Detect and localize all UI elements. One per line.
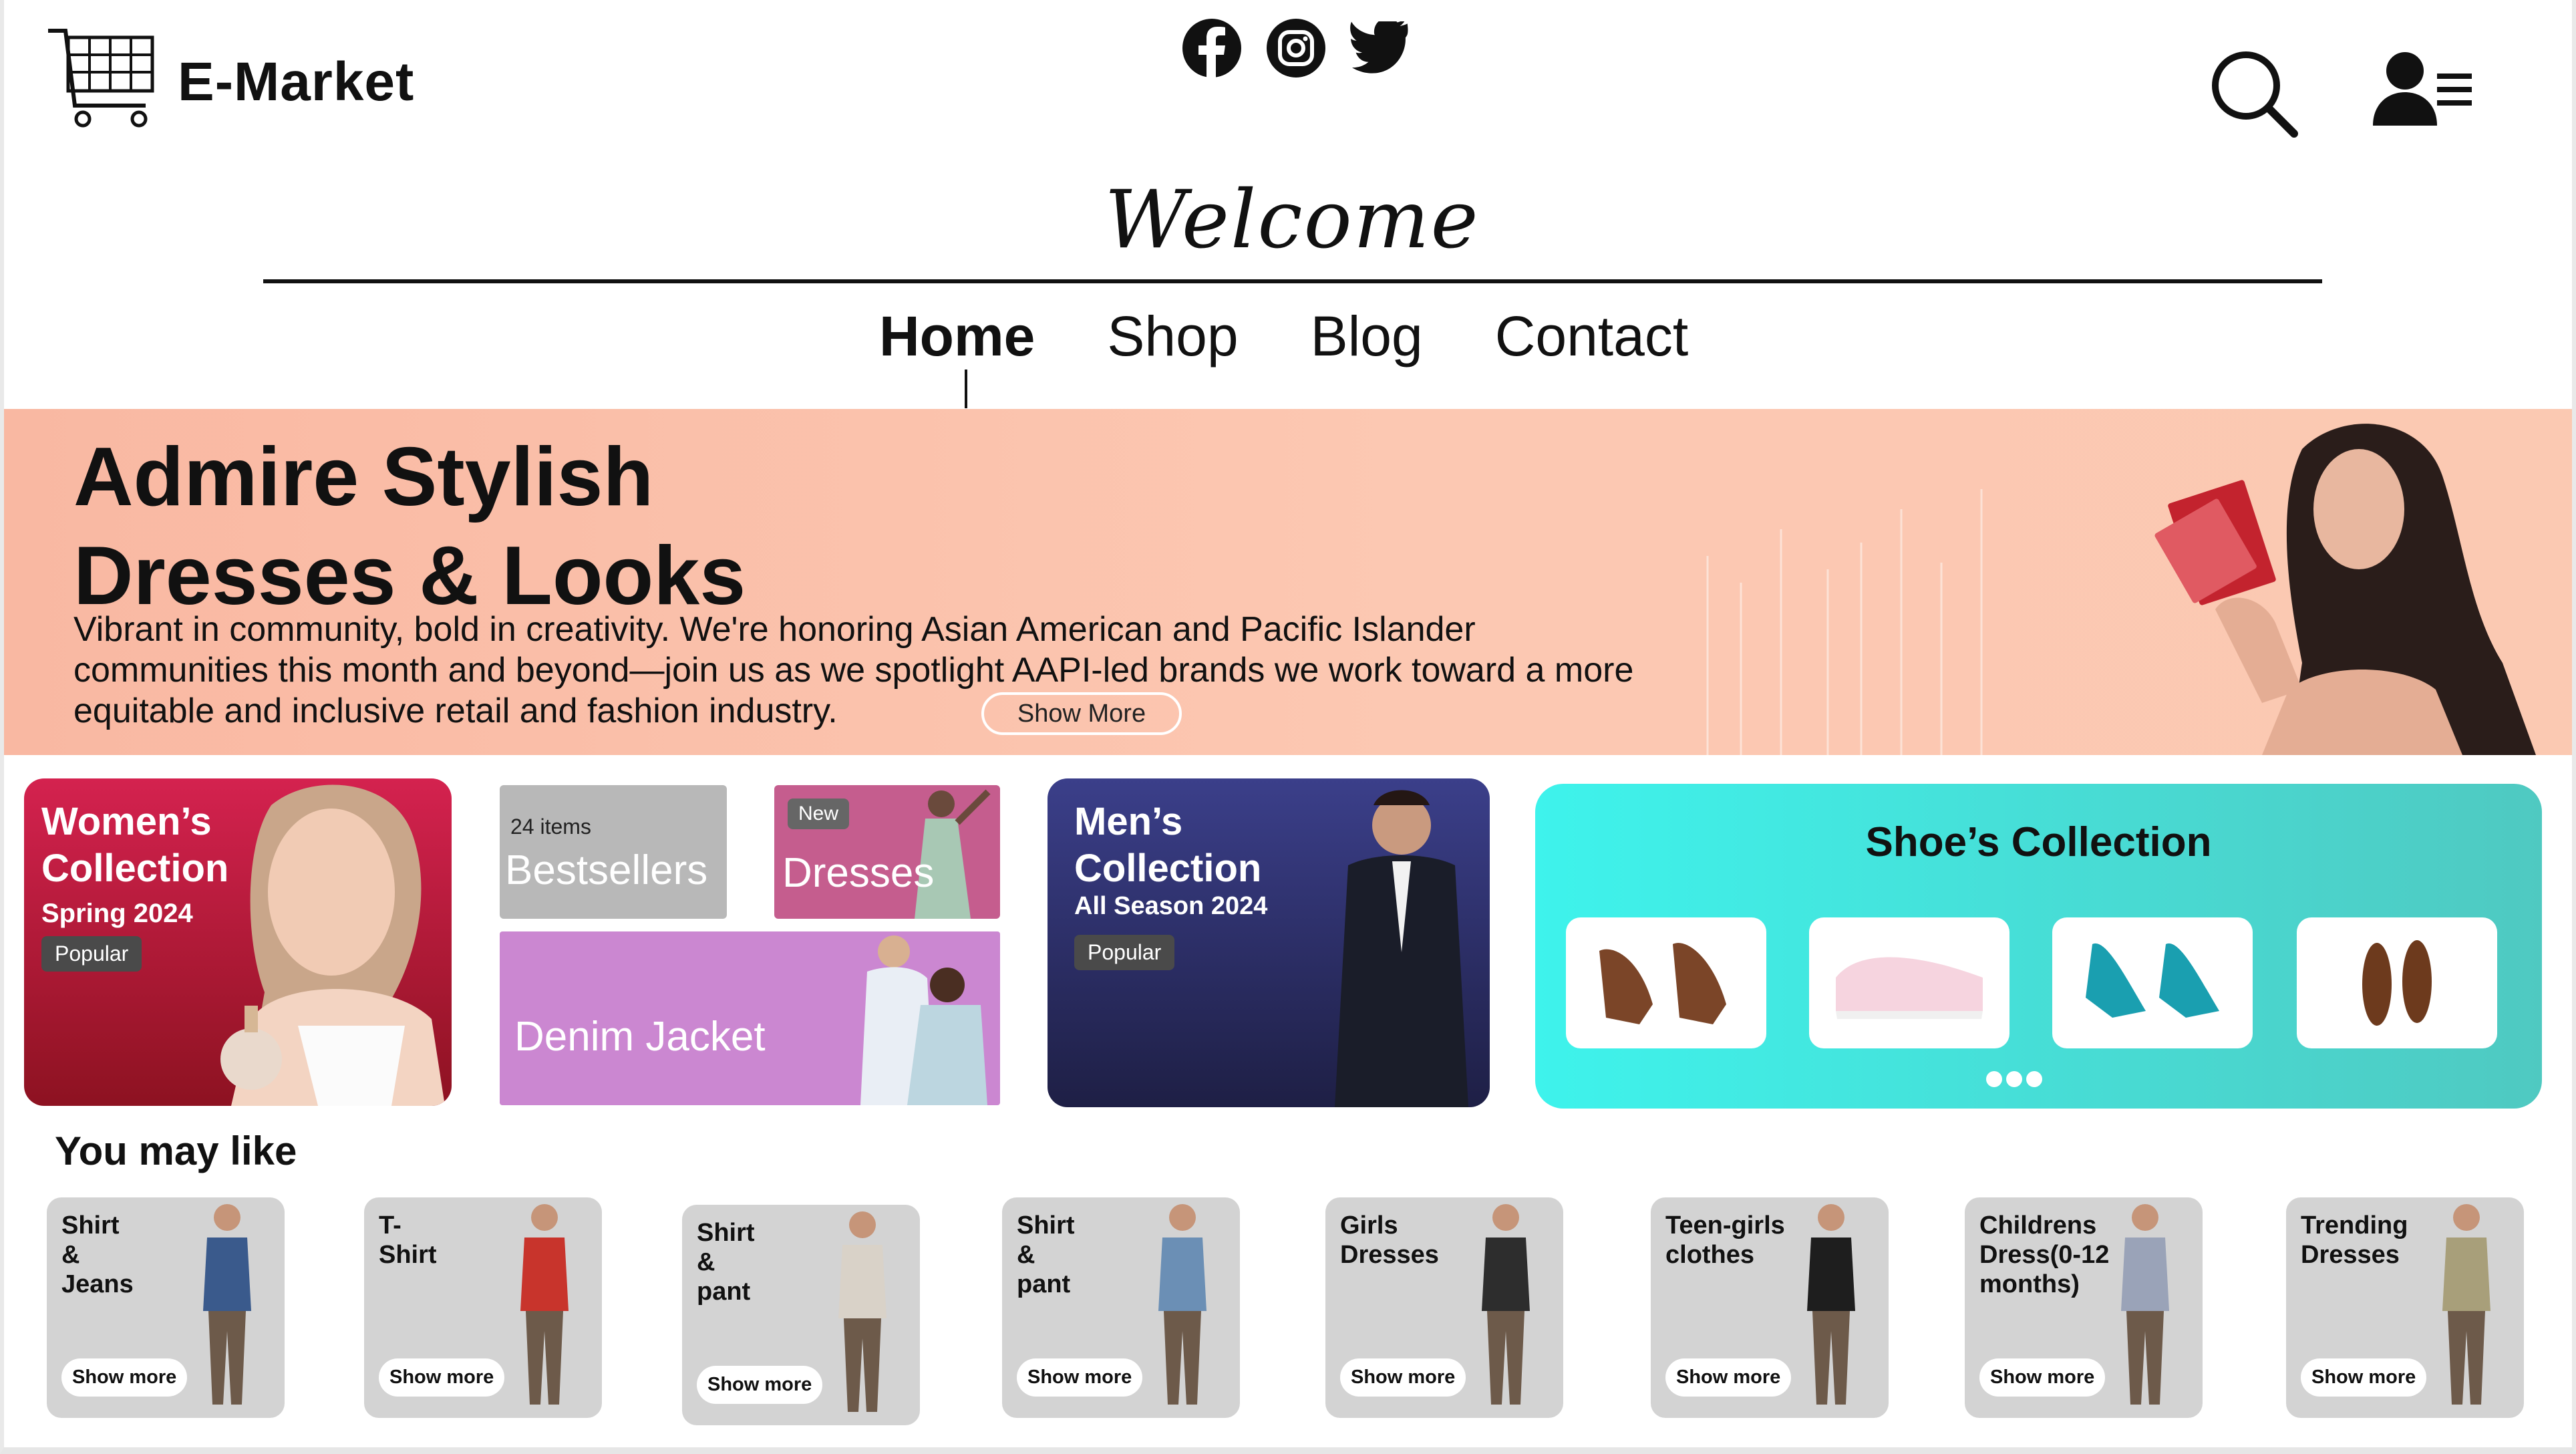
hero-banner: Admire Stylish Dresses & Looks Vibrant i… xyxy=(4,409,2572,755)
womens-title-2: Collection xyxy=(41,847,229,890)
hero-description: Vibrant in community, bold in creativity… xyxy=(73,610,1634,730)
show-more-button[interactable]: Show More xyxy=(981,692,1182,735)
instagram-icon[interactable] xyxy=(1264,16,1328,80)
facebook-icon[interactable] xyxy=(1180,16,1244,80)
you-may-like-item[interactable]: Girls Dresses Show more xyxy=(1325,1197,1563,1418)
mens-title-1: Men’s xyxy=(1074,800,1183,843)
denim-jacket-card[interactable]: Denim Jacket xyxy=(500,931,1000,1105)
you-may-like-label: Shirt & pant xyxy=(1017,1211,1075,1298)
you-may-like-item[interactable]: Shirt & pant Show more xyxy=(1002,1197,1240,1418)
you-may-like-label: Trending Dresses xyxy=(2301,1211,2408,1269)
hero-model-image xyxy=(1701,409,2569,755)
cart-icon xyxy=(45,27,159,137)
you-may-like-heading: You may like xyxy=(55,1129,297,1173)
denim-title: Denim Jacket xyxy=(514,1014,766,1060)
show-more-button[interactable]: Show more xyxy=(2301,1358,2427,1397)
account-menu-icon[interactable] xyxy=(2373,48,2473,132)
bestsellers-card[interactable]: 24 items Bestsellers xyxy=(500,785,727,919)
hero-title: Admire Stylish Dresses & Looks xyxy=(73,428,746,625)
you-may-like-item[interactable]: Shirt & Jeans Show more xyxy=(47,1197,285,1418)
show-more-button[interactable]: Show more xyxy=(1017,1358,1143,1397)
bestsellers-title: Bestsellers xyxy=(505,847,708,893)
nav-home[interactable]: Home xyxy=(879,304,1035,369)
carousel-dot[interactable] xyxy=(2026,1071,2042,1087)
popular-badge: Popular xyxy=(41,936,142,972)
mens-model-image xyxy=(1335,790,1468,1107)
carousel-dot[interactable] xyxy=(1986,1071,2002,1087)
you-may-like-item[interactable]: Teen-girls clothes Show more xyxy=(1651,1197,1889,1418)
you-may-like-label: Shirt & pant xyxy=(697,1219,755,1306)
you-may-like-item[interactable]: T- Shirt Show more xyxy=(364,1197,602,1418)
bestsellers-count: 24 items xyxy=(510,815,591,839)
you-may-like-label: Teen-girls clothes xyxy=(1665,1211,1785,1269)
teal-heel-image xyxy=(2086,943,2219,1018)
you-may-like-item[interactable]: Childrens Dress(0-12 months) Show more xyxy=(1965,1197,2203,1418)
dresses-card[interactable]: New Dresses xyxy=(774,785,1000,919)
you-may-like-label: Girls Dresses xyxy=(1340,1211,1439,1269)
you-may-like-label: Shirt & Jeans xyxy=(61,1211,134,1298)
main-nav: Home Shop Blog Contact xyxy=(879,304,1688,369)
popular-badge: Popular xyxy=(1074,935,1175,970)
show-more-button[interactable]: Show more xyxy=(1340,1358,1466,1397)
hero-title-line-1: Admire Stylish xyxy=(73,431,654,523)
pink-sneaker-image xyxy=(1836,957,1983,1019)
denim-couple-image xyxy=(860,935,987,1105)
carousel-dots[interactable] xyxy=(1984,1071,2044,1090)
nav-shop[interactable]: Shop xyxy=(1107,304,1238,369)
brand-name: E-Market xyxy=(178,51,415,112)
you-may-like-item[interactable]: Trending Dresses Show more xyxy=(2286,1197,2524,1418)
nav-blog[interactable]: Blog xyxy=(1311,304,1423,369)
show-more-button[interactable]: Show more xyxy=(61,1358,188,1397)
shoe-item-brown-oxford[interactable] xyxy=(1566,917,1766,1048)
shoe-item-teal-heel[interactable] xyxy=(2052,917,2253,1048)
header-divider xyxy=(263,279,2322,283)
welcome-script: Welcome xyxy=(1104,174,1480,267)
shoe-item-brown-loafer[interactable] xyxy=(2297,917,2497,1048)
brown-loafer-image xyxy=(2362,940,2432,1026)
page: E-Market Welcome Home Shop Blog Contact … xyxy=(0,0,2576,1454)
show-more-button[interactable]: Show more xyxy=(697,1366,823,1404)
show-more-button[interactable]: Show more xyxy=(379,1358,505,1397)
carousel-dot[interactable] xyxy=(2006,1071,2022,1087)
nav-contact[interactable]: Contact xyxy=(1495,304,1689,369)
new-badge: New xyxy=(788,798,850,829)
womens-collection-card[interactable]: Women’s Collection Spring 2024 Popular xyxy=(24,778,452,1106)
dresses-title: Dresses xyxy=(782,850,935,896)
womens-subtitle: Spring 2024 xyxy=(41,899,193,928)
brown-shoe-image xyxy=(1599,943,1726,1024)
shoes-title: Shoe’s Collection xyxy=(1865,819,2212,865)
twitter-icon[interactable] xyxy=(1348,16,1412,80)
womens-title-1: Women’s xyxy=(41,800,212,843)
mens-collection-card[interactable]: Men’s Collection All Season 2024 Popular xyxy=(1048,778,1490,1107)
you-may-like-item[interactable]: Shirt & pant Show more xyxy=(682,1205,920,1425)
brand[interactable]: E-Market xyxy=(45,27,414,137)
you-may-like-label: T- Shirt xyxy=(379,1211,437,1269)
you-may-like-label: Childrens Dress(0-12 months) xyxy=(1979,1211,2110,1298)
show-more-button[interactable]: Show more xyxy=(1665,1358,1792,1397)
show-more-button[interactable]: Show more xyxy=(1979,1358,2106,1397)
shoes-collection-card[interactable]: Shoe’s Collection xyxy=(1535,784,2542,1109)
social-links xyxy=(1180,16,1412,80)
mens-title-2: Collection xyxy=(1074,847,1262,890)
search-icon[interactable] xyxy=(2207,47,2301,144)
mens-subtitle: All Season 2024 xyxy=(1074,892,1268,920)
shoe-item-pink-sneaker[interactable] xyxy=(1809,917,2009,1048)
nav-active-indicator xyxy=(965,370,967,408)
